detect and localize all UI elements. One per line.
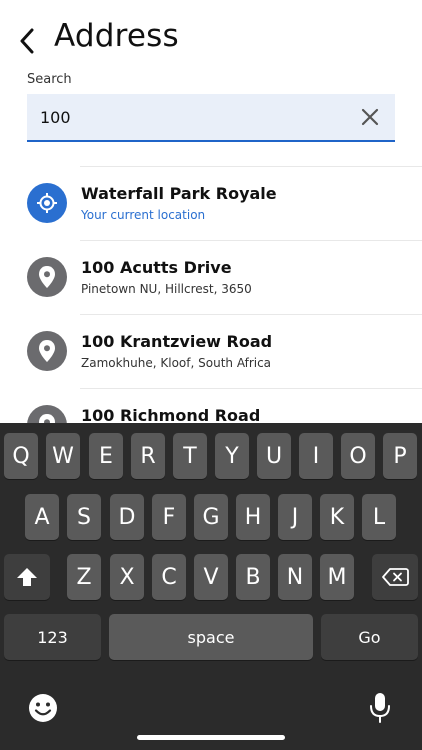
key-u[interactable]: U	[257, 433, 291, 479]
key-p[interactable]: P	[383, 433, 417, 479]
search-input[interactable]	[40, 94, 340, 140]
result-title: 100 Acutts Drive	[81, 258, 232, 277]
key-j[interactable]: J	[278, 494, 312, 540]
key-y[interactable]: Y	[215, 433, 249, 479]
location-pin-icon	[27, 257, 67, 297]
emoji-button[interactable]	[26, 691, 60, 725]
key-b[interactable]: B	[236, 554, 270, 600]
back-button[interactable]	[12, 24, 42, 58]
target-icon	[27, 183, 67, 223]
go-key[interactable]: Go	[321, 614, 418, 660]
result-title: Waterfall Park Royale	[81, 184, 277, 203]
result-subtitle: Pinetown NU, Hillcrest, 3650	[81, 282, 252, 296]
key-w[interactable]: W	[46, 433, 80, 479]
key-s[interactable]: S	[67, 494, 101, 540]
key-d[interactable]: D	[110, 494, 144, 540]
list-item-current-location[interactable]: Waterfall Park Royale Your current locat…	[0, 166, 422, 240]
results-list: Waterfall Park Royale Your current locat…	[0, 166, 422, 462]
divider	[80, 166, 422, 167]
result-subtitle: Your current location	[81, 208, 206, 222]
key-c[interactable]: C	[152, 554, 186, 600]
search-field[interactable]	[27, 94, 395, 142]
location-pin-icon	[27, 331, 67, 371]
numbers-key[interactable]: 123	[4, 614, 101, 660]
back-arrow-icon	[20, 28, 34, 54]
key-f[interactable]: F	[152, 494, 186, 540]
close-icon	[361, 108, 379, 126]
key-t[interactable]: T	[173, 433, 207, 479]
list-item[interactable]: 100 Acutts Drive Pinetown NU, Hillcrest,…	[0, 240, 422, 314]
home-indicator[interactable]	[137, 735, 285, 740]
key-r[interactable]: R	[131, 433, 165, 479]
page-title: Address	[54, 18, 179, 54]
search-label: Search	[27, 72, 72, 87]
divider	[80, 240, 422, 241]
emoji-icon	[29, 694, 57, 722]
shift-key[interactable]	[4, 554, 50, 600]
backspace-key[interactable]	[372, 554, 418, 600]
key-m[interactable]: M	[320, 554, 354, 600]
key-q[interactable]: Q	[4, 433, 38, 479]
key-h[interactable]: H	[236, 494, 270, 540]
list-item[interactable]: 100 Krantzview Road Zamokhuhe, Kloof, So…	[0, 314, 422, 388]
result-title: 100 Krantzview Road	[81, 332, 273, 351]
key-v[interactable]: V	[194, 554, 228, 600]
keyboard: Q W E R T Y U I O P A S D F G H J K L Z …	[0, 423, 422, 750]
clear-search-button[interactable]	[361, 108, 379, 126]
key-e[interactable]: E	[89, 433, 123, 479]
key-i[interactable]: I	[299, 433, 333, 479]
shift-icon	[17, 568, 37, 586]
key-a[interactable]: A	[25, 494, 59, 540]
key-z[interactable]: Z	[67, 554, 101, 600]
key-k[interactable]: K	[320, 494, 354, 540]
backspace-icon	[382, 568, 409, 586]
key-g[interactable]: G	[194, 494, 228, 540]
space-key[interactable]: space	[109, 614, 313, 660]
key-n[interactable]: N	[278, 554, 312, 600]
key-x[interactable]: X	[110, 554, 144, 600]
divider	[80, 314, 422, 315]
key-o[interactable]: O	[341, 433, 375, 479]
key-l[interactable]: L	[362, 494, 396, 540]
microphone-icon	[370, 693, 390, 723]
header: Address	[0, 0, 422, 70]
dictation-button[interactable]	[366, 691, 394, 725]
divider	[80, 388, 422, 389]
result-subtitle: Zamokhuhe, Kloof, South Africa	[81, 356, 272, 370]
